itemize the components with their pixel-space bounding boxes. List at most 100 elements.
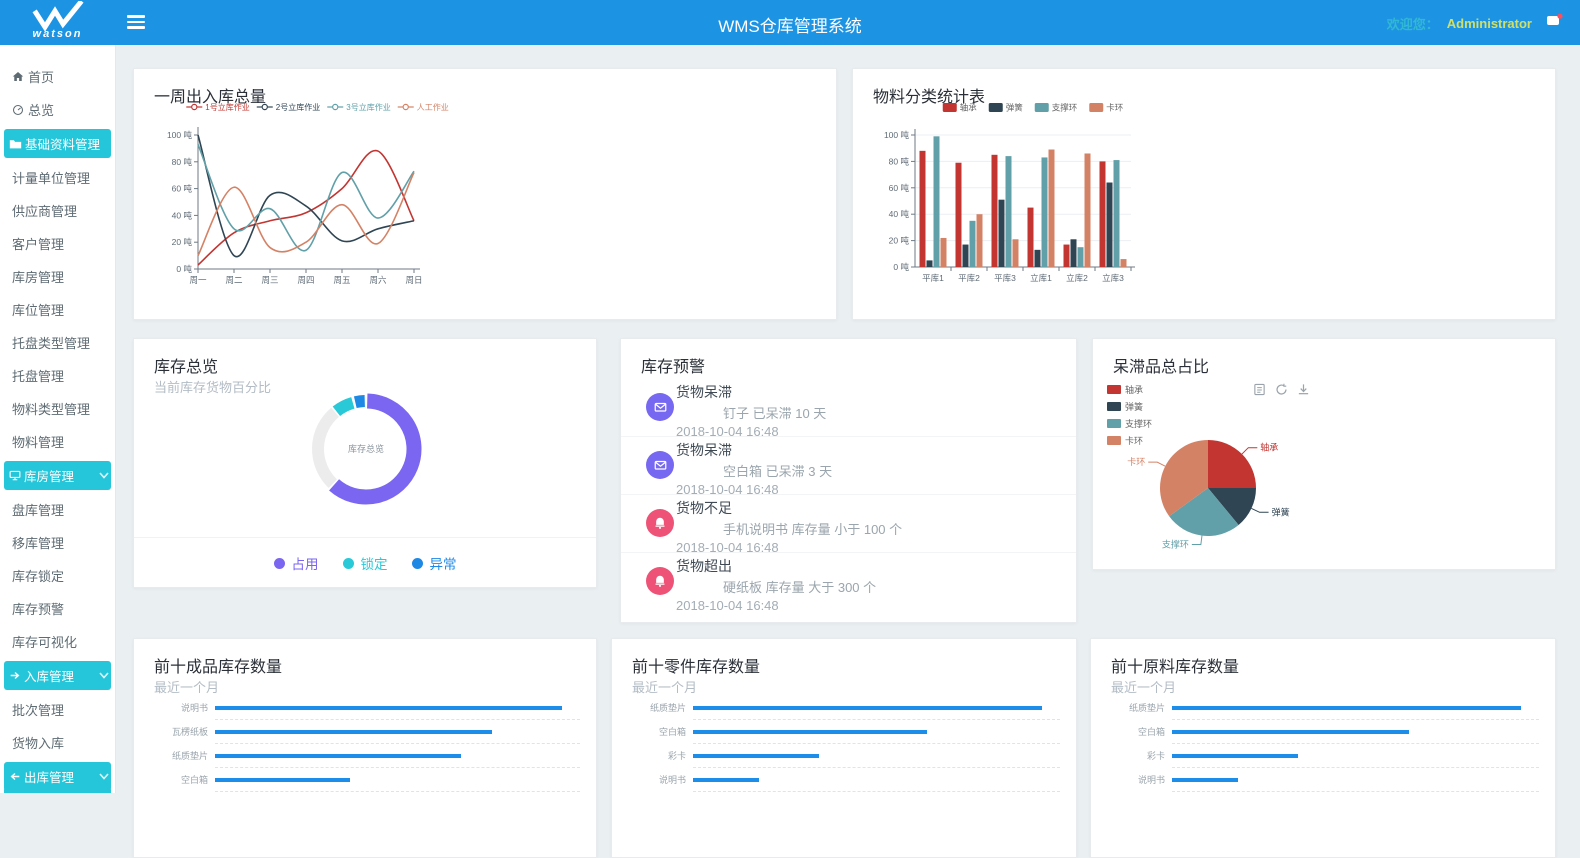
sidebar-item[interactable]: 库位管理	[0, 293, 115, 326]
sidebar-item-label: 移库管理	[12, 533, 64, 552]
legend-item[interactable]: 弹簧	[989, 103, 1024, 113]
notification-flag-icon[interactable]	[1546, 13, 1564, 33]
sidebar-item[interactable]: 批次管理	[0, 693, 115, 726]
pie-label-line	[1192, 536, 1202, 545]
hbar-divider	[693, 791, 1060, 792]
sidebar-item[interactable]: 首页	[0, 60, 115, 93]
hbar-divider	[215, 791, 580, 792]
card-subtitle: 最近一个月	[1111, 677, 1176, 696]
sidebar-item-label: 基础资料管理	[25, 134, 100, 153]
hbar-divider	[215, 719, 580, 720]
legend-item[interactable]: 支撑环	[1035, 103, 1078, 113]
sidebar-item[interactable]: 盘库管理	[0, 493, 115, 526]
sidebar-item[interactable]: 物料类型管理	[0, 392, 115, 425]
sidebar-item[interactable]: 计量单位管理	[0, 161, 115, 194]
card-title: 前十零件库存数量	[632, 653, 760, 677]
legend-item[interactable]: 3号立库作业	[327, 102, 390, 112]
hbar-row: 空白箱	[1107, 725, 1555, 738]
card-inventory-overview: 库存总览 当前库存货物百分比 库存总览 占用锁定异常	[133, 338, 597, 588]
username[interactable]: Administrator	[1447, 16, 1532, 31]
legend-label: 轴承	[960, 103, 978, 113]
legend-item[interactable]: 卡环	[1089, 103, 1124, 113]
x-tick-label: 平库3	[994, 273, 1016, 283]
sidebar-item[interactable]: 总览	[0, 93, 115, 126]
legend-item[interactable]: 轴承	[943, 103, 978, 113]
legend-item[interactable]: 1号立库作业	[186, 102, 249, 112]
legend-dot-icon	[274, 558, 285, 569]
hbar-category-label: 纸质垫片	[628, 701, 693, 714]
legend-label: 人工作业	[417, 102, 449, 112]
y-tick-label: 40 吨	[889, 209, 910, 219]
hbar-row: 纸质垫片	[1107, 701, 1555, 714]
card-subtitle: 最近一个月	[632, 677, 697, 696]
hbar-bar	[1172, 778, 1238, 782]
mail-icon	[646, 393, 674, 421]
app-title: WMS仓库管理系统	[718, 12, 862, 37]
alarm-icon	[646, 567, 674, 595]
y-tick-label: 20 吨	[889, 236, 910, 246]
x-tick-label: 周日	[405, 275, 422, 285]
hbar-row: 彩卡	[628, 749, 1076, 762]
hbar-track	[693, 706, 1060, 710]
stagnant-pie-chart: 轴承弹簧支撑环卡环	[1113, 427, 1393, 569]
legend-item[interactable]: 2号立库作业	[257, 102, 320, 112]
sidebar-item[interactable]: 供应商管理	[0, 194, 115, 227]
sidebar-item[interactable]: 物料管理	[0, 425, 115, 458]
sidebar-item[interactable]: 库存预警	[0, 592, 115, 625]
bar	[1049, 150, 1055, 267]
x-tick-label: 立库3	[1102, 273, 1124, 283]
sidebar-group-item[interactable]: 库房管理	[4, 461, 111, 490]
sidebar-item[interactable]: 移库管理	[0, 526, 115, 559]
hbar-divider	[693, 743, 1060, 744]
legend-item[interactable]: 轴承	[1107, 383, 1152, 396]
legend-item[interactable]: 弹簧	[1107, 400, 1152, 413]
sidebar-item[interactable]: 货物入库	[0, 726, 115, 759]
hbar-category-label: 说明书	[628, 773, 693, 786]
folder-icon	[9, 138, 22, 149]
pie-slice-label: 卡环	[1127, 456, 1145, 467]
legend-item[interactable]: 锁定	[343, 553, 388, 573]
card-top-raw: 前十原料库存数量 最近一个月 纸质垫片空白箱彩卡说明书	[1090, 638, 1556, 858]
x-tick-label: 周四	[297, 275, 314, 285]
line-series	[198, 173, 414, 256]
bar	[992, 155, 998, 267]
sidebar-item-label: 货物入库	[12, 733, 64, 752]
hbar-divider	[693, 767, 1060, 768]
sidebar-item-label: 批次管理	[12, 700, 64, 719]
sidebar-group-item[interactable]: 基础资料管理	[4, 129, 111, 158]
legend-item[interactable]: 异常	[412, 553, 457, 573]
donut-legend: 占用 锁定 异常	[134, 537, 596, 588]
card-title: 库存预警	[641, 353, 705, 377]
sidebar-item[interactable]: 库存锁定	[0, 559, 115, 592]
sidebar-item[interactable]: 托盘管理	[0, 359, 115, 392]
legend-item[interactable]: 占用	[274, 553, 319, 573]
sidebar-item[interactable]: 托盘类型管理	[0, 326, 115, 359]
alert-title: 货物超出	[676, 556, 1076, 576]
download-icon[interactable]	[1297, 383, 1310, 396]
hbar-bar	[693, 730, 927, 734]
menu-toggle-button[interactable]	[127, 15, 145, 29]
hbar-bar	[693, 778, 759, 782]
y-tick-label: 100 吨	[167, 130, 193, 140]
sidebar-item-label: 首页	[28, 67, 54, 86]
refresh-icon[interactable]	[1275, 383, 1288, 396]
sidebar-group-item[interactable]: 入库管理	[4, 661, 111, 690]
data-view-icon[interactable]	[1253, 383, 1266, 396]
home-icon	[12, 71, 24, 82]
legend-item[interactable]: 人工作业	[398, 102, 449, 112]
y-tick-label: 100 吨	[884, 130, 910, 140]
y-tick-label: 40 吨	[172, 210, 193, 220]
sidebar-item-label: 计量单位管理	[12, 168, 90, 187]
sidebar-item-label: 物料管理	[12, 432, 64, 451]
weekly-io-line-chart: 1号立库作业2号立库作业3号立库作业人工作业0 吨20 吨40 吨60 吨80 …	[162, 97, 472, 307]
sidebar-item-partial[interactable]	[4, 787, 111, 793]
outbound-arrow-icon	[9, 771, 21, 782]
sidebar-item[interactable]: 库房管理	[0, 260, 115, 293]
sidebar-item[interactable]: 客户管理	[0, 227, 115, 260]
sidebar-item[interactable]: 库存可视化	[0, 625, 115, 658]
legend-label: 占用	[292, 553, 319, 573]
sidebar-item-label: 物料类型管理	[12, 399, 90, 418]
top-finished-hbar-chart: 说明书瓦楞纸板纸质垫片空白箱	[150, 701, 596, 797]
legend-label: 锁定	[361, 553, 388, 573]
pie-slice-label: 支撑环	[1162, 539, 1189, 550]
